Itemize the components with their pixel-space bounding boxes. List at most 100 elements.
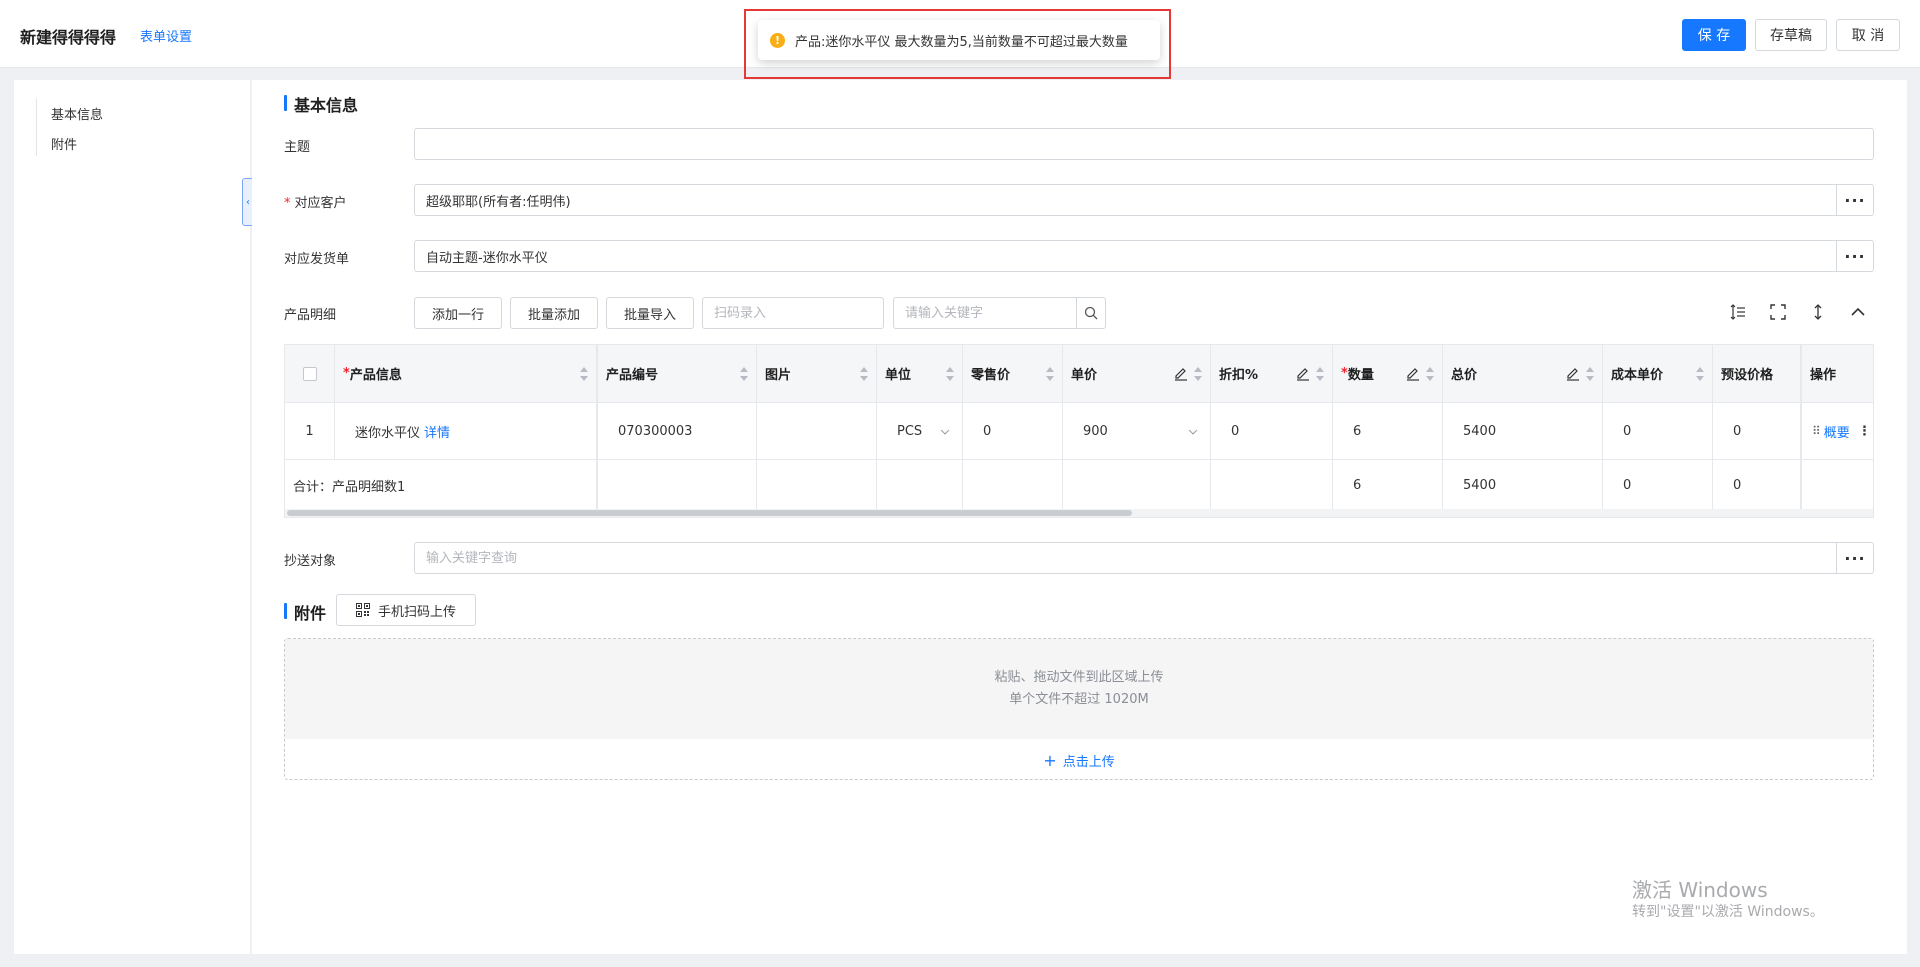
customer-label-text: 对应客户 bbox=[294, 196, 347, 211]
more-vertical-icon[interactable]: ⋮ bbox=[1858, 424, 1871, 439]
chevron-down-icon bbox=[1188, 426, 1198, 435]
discount-cell[interactable]: 0 bbox=[1211, 403, 1333, 459]
header-select-all[interactable] bbox=[285, 345, 335, 402]
unit-select[interactable]: PCS bbox=[877, 403, 963, 459]
header-label: 操作 bbox=[1810, 368, 1837, 383]
row-actions-cell: ⠿ 概要 ⋮ bbox=[1801, 403, 1873, 459]
header-unit[interactable]: 单位 bbox=[877, 345, 963, 402]
nav-divider bbox=[36, 98, 37, 156]
header-preset-price[interactable]: 预设价格 bbox=[1713, 345, 1801, 402]
windows-watermark-subtitle: 转到"设置"以激活 Windows。 bbox=[1632, 904, 1824, 920]
product-detail-link[interactable]: 详情 bbox=[424, 422, 450, 441]
save-button[interactable]: 保 存 bbox=[1682, 19, 1746, 51]
header-label: 预设价格 bbox=[1721, 368, 1774, 383]
sort-icon[interactable] bbox=[860, 366, 868, 381]
scrollbar-thumb[interactable] bbox=[287, 510, 1132, 516]
nav-item-basic-info[interactable]: 基本信息 bbox=[51, 104, 103, 123]
summary-empty-cell bbox=[1211, 460, 1333, 511]
row-height-icon[interactable] bbox=[1726, 300, 1750, 324]
preset-price-cell[interactable]: 0 bbox=[1713, 403, 1801, 459]
file-drop-zone[interactable]: 粘贴、拖动文件到此区域上传 单个文件不超过 1020M + 点击上传 bbox=[284, 638, 1874, 780]
delivery-more-button[interactable]: ··· bbox=[1836, 240, 1874, 272]
required-mark: * bbox=[1341, 366, 1348, 381]
header-product-info[interactable]: * 产品信息 bbox=[335, 345, 597, 402]
add-row-button[interactable]: 添加一行 bbox=[414, 297, 502, 329]
sort-icon[interactable] bbox=[740, 366, 748, 381]
cc-search-input[interactable] bbox=[414, 542, 1838, 574]
save-draft-button[interactable]: 存草稿 bbox=[1755, 19, 1827, 51]
drop-hint-area: 粘贴、拖动文件到此区域上传 单个文件不超过 1020M bbox=[285, 639, 1873, 739]
sort-icon[interactable] bbox=[1046, 366, 1054, 381]
click-upload-label: 点击上传 bbox=[1062, 754, 1115, 770]
summary-empty-cell bbox=[1063, 460, 1211, 511]
header-actions: 操作 bbox=[1801, 345, 1873, 402]
keyword-search-input[interactable] bbox=[893, 297, 1077, 329]
row-index: 1 bbox=[285, 403, 335, 459]
sort-icon[interactable] bbox=[1194, 366, 1202, 381]
cc-more-button[interactable]: ··· bbox=[1836, 542, 1874, 574]
sort-icon[interactable] bbox=[1316, 366, 1324, 381]
customer-field[interactable]: 超级耶耶(所有者:任明伟) bbox=[414, 184, 1838, 216]
plus-icon: + bbox=[1043, 750, 1057, 770]
table-horizontal-scrollbar[interactable] bbox=[285, 509, 1873, 517]
fullscreen-icon[interactable] bbox=[1766, 300, 1790, 324]
select-all-checkbox[interactable] bbox=[302, 366, 317, 381]
unit-price-select[interactable]: 900 bbox=[1063, 403, 1211, 459]
edit-icon[interactable] bbox=[1566, 367, 1580, 381]
barcode-scan-input[interactable] bbox=[702, 297, 884, 329]
summary-link[interactable]: 概要 bbox=[1824, 422, 1850, 441]
header-image[interactable]: 图片 bbox=[757, 345, 877, 402]
header-label: 产品编号 bbox=[606, 368, 659, 383]
total-price-cell[interactable]: 5400 bbox=[1443, 403, 1603, 459]
summary-empty-cell bbox=[757, 460, 877, 511]
edit-icon[interactable] bbox=[1174, 367, 1188, 381]
table-summary-row: 合计：产品明细数1 6 5400 0 0 bbox=[285, 460, 1873, 511]
product-image-cell[interactable] bbox=[757, 403, 877, 459]
cost-price-cell[interactable]: 0 bbox=[1603, 403, 1713, 459]
cc-label: 抄送对象 bbox=[284, 554, 337, 569]
warning-toast: ! 产品:迷你水平仪 最大数量为5,当前数量不可超过最大数量 bbox=[758, 20, 1160, 60]
more-dots-icon: ··· bbox=[1844, 246, 1866, 266]
nav-item-attachment[interactable]: 附件 bbox=[51, 134, 77, 153]
unit-price-value: 900 bbox=[1083, 423, 1108, 439]
summary-preset: 0 bbox=[1713, 460, 1801, 511]
batch-import-button[interactable]: 批量导入 bbox=[606, 297, 694, 329]
subject-input[interactable] bbox=[414, 128, 1874, 160]
product-code-cell[interactable]: 070300003 bbox=[597, 403, 757, 459]
retail-price-cell[interactable]: 0 bbox=[963, 403, 1063, 459]
sort-icon[interactable] bbox=[1586, 366, 1594, 381]
summary-quantity: 6 bbox=[1333, 460, 1443, 511]
header-product-code[interactable]: 产品编号 bbox=[597, 345, 757, 402]
click-upload-link[interactable]: + 点击上传 bbox=[285, 739, 1873, 779]
product-name: 迷你水平仪 bbox=[355, 425, 421, 441]
drag-handle-icon[interactable]: ⠿ bbox=[1812, 424, 1821, 438]
edit-icon[interactable] bbox=[1296, 367, 1310, 381]
header-cost-price[interactable]: 成本单价 bbox=[1603, 345, 1713, 402]
expand-vertical-icon[interactable] bbox=[1806, 300, 1830, 324]
qr-upload-button[interactable]: 手机扫码上传 bbox=[336, 594, 476, 626]
sort-icon[interactable] bbox=[1696, 366, 1704, 381]
delivery-field[interactable]: 自动主题-迷你水平仪 bbox=[414, 240, 1838, 272]
header-unit-price[interactable]: 单价 bbox=[1063, 345, 1211, 402]
customer-more-button[interactable]: ··· bbox=[1836, 184, 1874, 216]
summary-empty-cell bbox=[877, 460, 963, 511]
section-title-attachment: 附件 bbox=[284, 600, 326, 624]
search-button[interactable] bbox=[1076, 297, 1106, 329]
header-total-price[interactable]: 总价 bbox=[1443, 345, 1603, 402]
qr-upload-label: 手机扫码上传 bbox=[377, 604, 456, 620]
product-name-cell: 迷你水平仪 详情 bbox=[335, 403, 597, 459]
header-label: 产品信息 bbox=[349, 368, 402, 383]
sort-icon[interactable] bbox=[946, 366, 954, 381]
edit-icon[interactable] bbox=[1406, 367, 1420, 381]
sort-icon[interactable] bbox=[580, 366, 588, 381]
quantity-cell[interactable]: 6 bbox=[1333, 403, 1443, 459]
summary-cost: 0 bbox=[1603, 460, 1713, 511]
sort-icon[interactable] bbox=[1426, 366, 1434, 381]
cancel-button[interactable]: 取 消 bbox=[1836, 19, 1900, 51]
batch-add-button[interactable]: 批量添加 bbox=[510, 297, 598, 329]
form-settings-link[interactable]: 表单设置 bbox=[140, 26, 192, 45]
header-discount[interactable]: 折扣% bbox=[1211, 345, 1333, 402]
header-quantity[interactable]: * 数量 bbox=[1333, 345, 1443, 402]
header-retail-price[interactable]: 零售价 bbox=[963, 345, 1063, 402]
chevron-up-icon[interactable] bbox=[1846, 300, 1870, 324]
